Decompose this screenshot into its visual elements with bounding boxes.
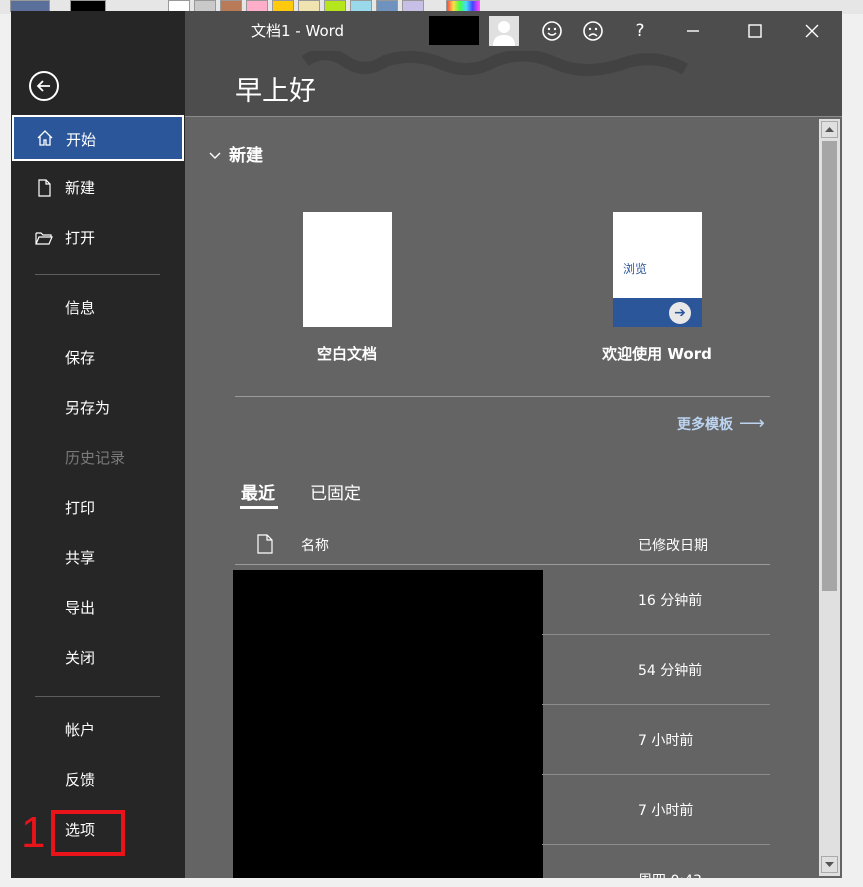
sidebar-item-account[interactable]: 帐户 <box>11 707 185 753</box>
new-section-title: 新建 <box>229 146 263 166</box>
word-backstage-window: 开始 新建 打开 信息 保存 另存为 历史记录 打印 共享 导出 关闭 帐户 反… <box>11 11 842 878</box>
sidebar-item-label: 信息 <box>65 299 96 317</box>
sidebar-item-home[interactable]: 开始 <box>12 115 184 161</box>
open-folder-icon <box>35 232 53 245</box>
annotation-highlight-box <box>51 810 125 856</box>
sidebar-item-new[interactable]: 新建 <box>11 165 185 211</box>
redacted-username <box>429 16 479 45</box>
sidebar-item-history: 历史记录 <box>11 435 185 481</box>
welcome-template-label[interactable]: 欢迎使用 Word <box>547 343 767 364</box>
browse-text: 浏览 <box>623 262 648 276</box>
triangle-down-icon <box>825 862 834 867</box>
arrow-right-icon: ⟶ <box>739 413 765 434</box>
triangle-up-icon <box>825 127 834 132</box>
sidebar-divider <box>35 274 160 275</box>
vertical-scrollbar[interactable] <box>819 119 840 876</box>
background-left-edge <box>0 14 11 878</box>
sidebar-item-info[interactable]: 信息 <box>11 285 185 331</box>
scroll-thumb[interactable] <box>822 141 837 591</box>
sidebar-item-export[interactable]: 导出 <box>11 585 185 631</box>
scroll-up-button[interactable] <box>821 121 838 138</box>
arrow-right-icon: ➔ <box>669 302 691 324</box>
avatar[interactable] <box>489 16 519 46</box>
chevron-down-icon <box>209 146 221 166</box>
sidebar-item-close[interactable]: 关闭 <box>11 635 185 681</box>
tab-pinned[interactable]: 已固定 <box>310 479 361 504</box>
row-divider <box>542 704 770 705</box>
sidebar-item-print[interactable]: 打印 <box>11 485 185 531</box>
row-divider <box>542 844 770 845</box>
row-modified-date[interactable]: 7 小时前 <box>638 730 693 750</box>
row-divider <box>542 634 770 635</box>
home-icon <box>37 130 53 146</box>
sidebar-item-label: 新建 <box>65 179 96 197</box>
sidebar-divider <box>35 696 160 697</box>
column-header-name[interactable]: 名称 <box>301 535 329 555</box>
row-modified-date[interactable]: 54 分钟前 <box>638 660 702 680</box>
sidebar-item-save[interactable]: 保存 <box>11 335 185 381</box>
sidebar-item-label: 导出 <box>65 599 96 617</box>
window-title: 文档1 - Word <box>251 22 345 40</box>
sidebar-item-label: 保存 <box>65 349 96 367</box>
sidebar-item-label: 反馈 <box>65 771 96 789</box>
sidebar-item-label: 开始 <box>66 131 97 149</box>
more-templates-label: 更多模板 <box>677 417 733 433</box>
backstage-sidebar: 开始 新建 打开 信息 保存 另存为 历史记录 打印 共享 导出 关闭 帐户 反… <box>11 11 185 878</box>
new-section-header[interactable]: 新建 <box>209 141 263 166</box>
sidebar-item-label: 共享 <box>65 549 96 567</box>
sidebar-item-open[interactable]: 打开 <box>11 215 185 261</box>
back-button[interactable] <box>29 71 59 101</box>
sidebar-item-label: 另存为 <box>65 399 111 417</box>
tab-recent[interactable]: 最近 <box>241 479 275 504</box>
back-arrow-icon <box>36 80 50 92</box>
annotation-step-number: 1 <box>21 808 46 857</box>
background-right-edge <box>842 14 863 887</box>
file-type-icon <box>257 534 273 554</box>
greeting-heading: 早上好 <box>235 76 316 107</box>
redacted-file-names <box>233 570 543 878</box>
minimize-icon[interactable] <box>682 20 704 46</box>
background-bottom-edge <box>0 878 863 887</box>
section-divider <box>235 396 770 397</box>
column-header-modified[interactable]: 已修改日期 <box>638 535 708 555</box>
sidebar-item-share[interactable]: 共享 <box>11 535 185 581</box>
sidebar-item-feedback[interactable]: 反馈 <box>11 757 185 803</box>
table-header-divider <box>235 564 770 565</box>
smile-icon[interactable] <box>541 20 563 46</box>
backstage-content: 新建 空白文档 浏览 ➔ 欢迎使用 Word 更多模板 ⟶ 最近 已固定 名称 已… <box>185 117 819 878</box>
row-modified-date[interactable]: 周四 0:43 <box>638 870 702 878</box>
sidebar-item-label: 打印 <box>65 499 96 517</box>
sidebar-item-label: 历史记录 <box>65 449 126 467</box>
sidebar-item-label: 帐户 <box>65 721 96 739</box>
row-divider <box>542 774 770 775</box>
person-icon <box>493 21 515 46</box>
active-tab-indicator <box>240 506 278 509</box>
maximize-icon[interactable] <box>744 20 766 46</box>
more-templates-link[interactable]: 更多模板 ⟶ <box>677 413 765 434</box>
close-icon[interactable] <box>801 20 823 46</box>
frown-icon[interactable] <box>582 20 604 46</box>
new-document-icon <box>38 179 51 197</box>
help-icon[interactable]: ? <box>629 20 651 42</box>
blank-document-label[interactable]: 空白文档 <box>237 343 457 364</box>
row-modified-date[interactable]: 7 小时前 <box>638 800 693 820</box>
scroll-down-button[interactable] <box>821 856 838 873</box>
sidebar-item-save-as[interactable]: 另存为 <box>11 385 185 431</box>
blank-document-thumbnail[interactable] <box>303 212 392 327</box>
welcome-template-thumbnail[interactable]: 浏览 ➔ <box>613 212 702 327</box>
row-modified-date[interactable]: 16 分钟前 <box>638 590 702 610</box>
backstage-header: 文档1 - Word ? 早上好 <box>185 11 842 116</box>
sidebar-item-label: 关闭 <box>65 649 96 667</box>
sidebar-item-label: 打开 <box>65 229 96 247</box>
